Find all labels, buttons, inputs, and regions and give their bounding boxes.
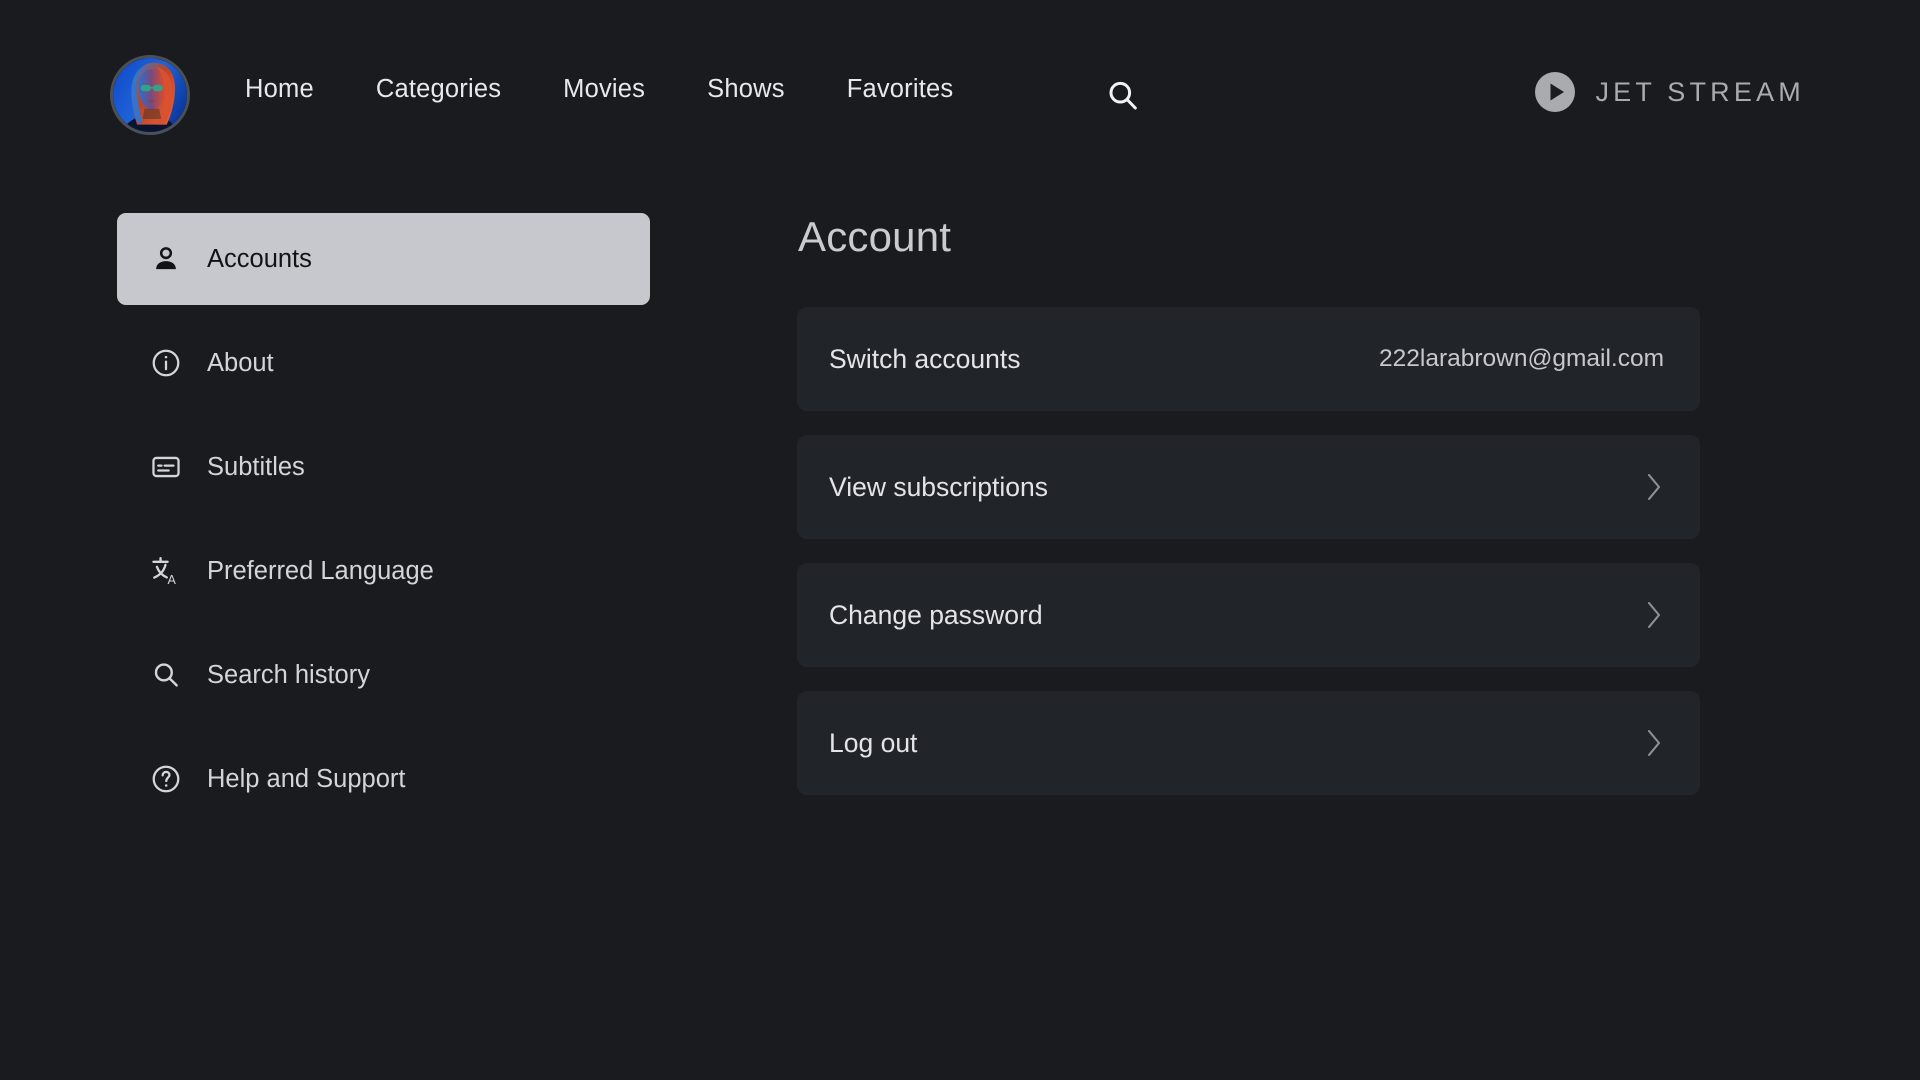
settings-sidebar: Accounts About Subtitles A Preferred Lan… — [117, 213, 677, 825]
row-view-subscriptions[interactable]: View subscriptions — [797, 435, 1700, 539]
top-navigation-bar: Home Categories Movies Shows Favorites J… — [0, 0, 1920, 190]
sidebar-item-label: Subtitles — [207, 452, 305, 481]
avatar-image — [113, 58, 187, 132]
brand-name: JET STREAM — [1595, 76, 1805, 107]
sidebar-item-accounts[interactable]: Accounts — [117, 213, 650, 305]
svg-text:A: A — [167, 573, 176, 587]
app-root: Home Categories Movies Shows Favorites J… — [0, 0, 1920, 1080]
chevron-right-icon — [1642, 467, 1668, 507]
row-label: Log out — [829, 727, 918, 758]
nav-links: Home Categories Movies Shows Favorites — [245, 75, 953, 104]
sidebar-item-about[interactable]: About — [117, 317, 650, 409]
brand-logo[interactable]: JET STREAM — [1533, 70, 1805, 114]
row-switch-accounts[interactable]: Switch accounts 222larabrown@gmail.com — [797, 307, 1700, 411]
nav-link-shows[interactable]: Shows — [707, 75, 785, 104]
avatar[interactable] — [110, 55, 190, 135]
search-icon[interactable] — [1105, 78, 1141, 114]
row-log-out[interactable]: Log out — [797, 691, 1700, 795]
row-label: Change password — [829, 599, 1043, 630]
row-change-password[interactable]: Change password — [797, 563, 1700, 667]
account-panel: Account Switch accounts 222larabrown@gma… — [797, 213, 1700, 795]
sidebar-item-label: About — [207, 348, 274, 377]
chevron-right-icon — [1642, 723, 1668, 763]
closed-captions-icon — [149, 450, 183, 484]
account-email-value: 222larabrown@gmail.com — [1379, 345, 1664, 372]
sidebar-item-label: Accounts — [207, 244, 312, 273]
nav-link-home[interactable]: Home — [245, 75, 314, 104]
row-label: View subscriptions — [829, 471, 1048, 502]
person-icon — [149, 242, 183, 276]
nav-link-favorites[interactable]: Favorites — [847, 75, 954, 104]
search-icon — [149, 658, 183, 692]
nav-link-movies[interactable]: Movies — [563, 75, 645, 104]
sidebar-item-preferred-language[interactable]: A Preferred Language — [117, 525, 650, 617]
play-circle-icon — [1535, 72, 1576, 112]
info-circle-icon — [149, 346, 183, 380]
sidebar-item-label: Preferred Language — [207, 556, 434, 585]
sidebar-item-help-and-support[interactable]: Help and Support — [117, 733, 650, 825]
row-label: Switch accounts — [829, 343, 1021, 374]
question-circle-icon — [149, 762, 183, 796]
sidebar-item-search-history[interactable]: Search history — [117, 629, 650, 721]
translate-icon: A — [149, 554, 183, 588]
page-title: Account — [798, 213, 952, 260]
sidebar-item-label: Search history — [207, 660, 370, 689]
chevron-right-icon — [1642, 595, 1668, 635]
sidebar-item-label: Help and Support — [207, 764, 406, 793]
nav-link-categories[interactable]: Categories — [376, 75, 501, 104]
sidebar-item-subtitles[interactable]: Subtitles — [117, 421, 650, 513]
